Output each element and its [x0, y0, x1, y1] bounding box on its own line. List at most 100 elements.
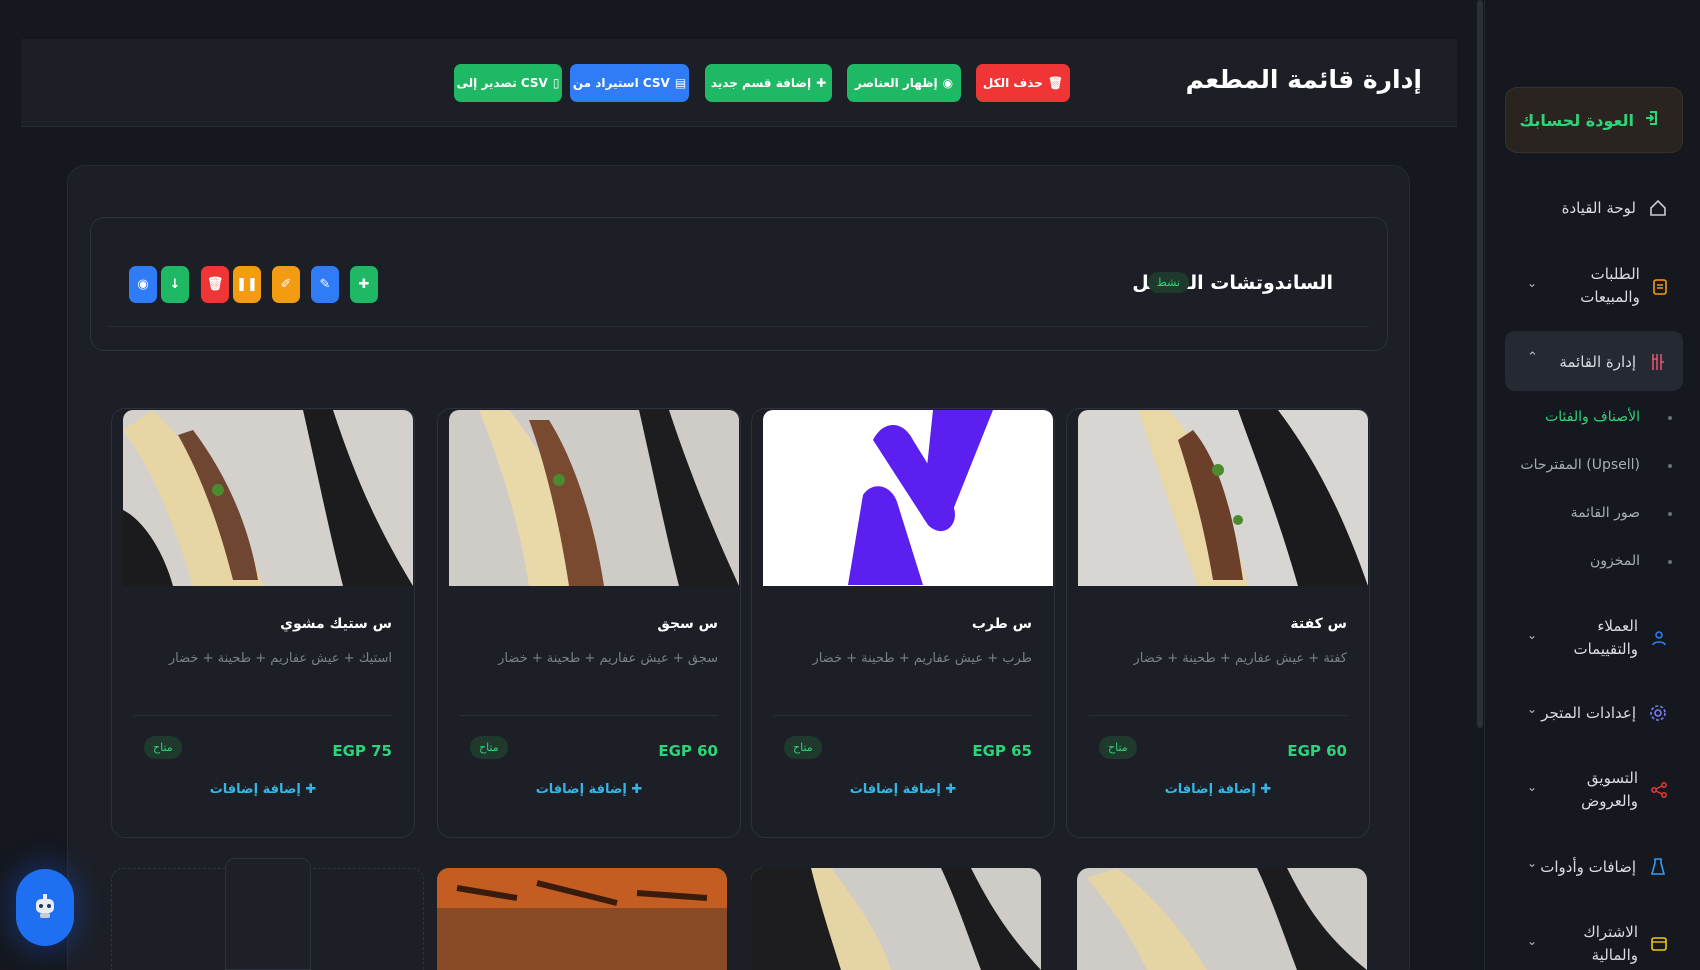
trash-icon: 🗑 — [206, 277, 224, 292]
item-name: س كفتة — [1290, 616, 1347, 632]
addon-label: إضافة إضافات — [535, 782, 627, 797]
eye-icon: ◉ — [942, 76, 954, 90]
move-down-button[interactable]: ↓ — [161, 266, 189, 303]
item-description: سجق + عيش عفاريم + طحينة + خضار — [498, 651, 718, 666]
chevron-down-icon[interactable]: ⌄ — [1527, 934, 1537, 948]
sidebar-item-label: الطلبات والمبيعات — [1580, 265, 1640, 306]
arrow-down-icon: ↓ — [169, 277, 181, 292]
item-image — [449, 410, 739, 586]
plus-icon: ✚ — [1260, 782, 1272, 797]
menu-item-card[interactable]: س طرب طرب + عيش عفاريم + طحينة + خضار EG… — [751, 408, 1055, 838]
addon-label: إضافة إضافات — [209, 782, 301, 797]
menu-item-image-partial — [751, 868, 1041, 970]
sidebar-item-dashboard[interactable]: لوحة القيادة — [1562, 198, 1668, 218]
chevron-down-icon[interactable]: ⌄ — [1527, 702, 1537, 716]
pause-icon: ❚❚ — [236, 277, 258, 292]
availability-badge[interactable]: متاح — [470, 736, 508, 759]
sidebar-item-customers[interactable]: العملاء والتقييمات — [1548, 615, 1668, 661]
sidebar-item-marketing[interactable]: التسويق والعروض — [1548, 767, 1668, 813]
sidebar-item-label: التسويق والعروض — [1581, 769, 1638, 810]
sidebar-item-orders[interactable]: الطلبات والمبيعات — [1548, 263, 1668, 309]
button-label: تصدير إلى CSV — [456, 76, 548, 90]
chevron-up-icon[interactable]: ⌃ — [1527, 350, 1538, 365]
add-addons-link[interactable]: إضافة إضافات ✚ — [752, 782, 1054, 797]
utensils-icon — [1648, 352, 1668, 372]
plus-icon: ✚ — [945, 782, 957, 797]
button-label: إظهار العناصر — [854, 76, 938, 90]
sidebar-subitem-inventory[interactable]: المخزون — [1589, 553, 1672, 569]
sidebar-item-label: لوحة القيادة — [1561, 199, 1636, 217]
visibility-button[interactable]: ◉ — [129, 266, 157, 303]
bullet-icon — [1668, 560, 1672, 564]
item-name: س سجق — [657, 616, 718, 632]
sidebar-subitem-categories[interactable]: الأصناف والفئات — [1545, 409, 1672, 425]
chevron-down-icon[interactable]: ⌄ — [1527, 780, 1537, 794]
plus-icon: ✚ — [816, 76, 827, 90]
sidebar-item-addons[interactable]: إضافات وأدوات — [1540, 857, 1668, 877]
add-addons-link[interactable]: إضافة إضافات ✚ — [1067, 782, 1369, 797]
sidebar-item-store[interactable]: إعدادات المتجر — [1541, 703, 1668, 723]
delete-all-button[interactable]: حذف الكل 🗑 — [976, 64, 1070, 102]
trash-icon: 🗑 — [1047, 76, 1064, 90]
menu-item-card[interactable]: س سجق سجق + عيش عفاريم + طحينة + خضار EG… — [437, 408, 741, 838]
addon-label: إضافة إضافات — [849, 782, 941, 797]
sidebar-subitem-menu-images[interactable]: صور القائمة — [1571, 505, 1672, 521]
divider — [134, 715, 392, 716]
page-title: إدارة قائمة المطعم — [1185, 65, 1422, 94]
sidebar-item-menu[interactable]: إدارة القائمة — [1559, 352, 1668, 372]
add-addons-link[interactable]: إضافة إضافات ✚ — [112, 782, 414, 797]
file-import-icon: ▤ — [674, 76, 687, 90]
chatbot-button[interactable] — [16, 869, 74, 946]
item-description: استيك + عيش عفاريم + طحينة + خضار — [168, 651, 392, 666]
item-image — [763, 410, 1053, 586]
back-to-account-button[interactable]: العودة لحسابك — [1505, 87, 1683, 153]
item-name: س ستيك مشوي — [280, 616, 392, 632]
flask-icon — [1648, 857, 1668, 877]
availability-badge[interactable]: متاح — [144, 736, 182, 759]
menu-item-card[interactable]: س كفتة كفتة + عيش عفاريم + طحينة + خضار … — [1066, 408, 1370, 838]
chevron-down-icon[interactable]: ⌄ — [1527, 856, 1537, 870]
edit-category-button[interactable]: ✐ — [272, 266, 300, 303]
menu-item-image-partial — [437, 868, 727, 970]
show-items-button[interactable]: إظهار العناصر ◉ — [847, 64, 961, 102]
item-price: EGP 60 — [1287, 742, 1347, 760]
subitem-label: الأصناف والفئات — [1545, 409, 1640, 425]
add-item-button[interactable]: ✚ — [350, 266, 378, 303]
item-image — [123, 410, 413, 586]
wallet-icon — [1650, 934, 1668, 954]
file-export-icon: ▯ — [552, 76, 560, 90]
divider — [460, 715, 718, 716]
sidebar-subitem-upsell[interactable]: المقترحات (Upsell) — [1520, 457, 1672, 473]
plus-icon: ✚ — [305, 782, 317, 797]
delete-category-button[interactable]: 🗑 — [201, 266, 229, 303]
share-icon — [1650, 780, 1668, 800]
chevron-down-icon[interactable]: ⌄ — [1527, 628, 1537, 642]
sidebar-item-label: إدارة القائمة — [1559, 353, 1636, 371]
sidebar-item-subscription[interactable]: الاشتراك والمالية — [1548, 921, 1668, 967]
magic-wand-button[interactable]: ✎ — [311, 266, 339, 303]
subitem-label: المخزون — [1589, 553, 1640, 569]
chevron-down-icon[interactable]: ⌄ — [1527, 276, 1537, 290]
import-csv-button[interactable]: استيراد من CSV ▤ — [570, 64, 689, 102]
availability-badge[interactable]: متاح — [784, 736, 822, 759]
users-icon — [1650, 628, 1668, 648]
sidebar-item-label: إضافات وأدوات — [1540, 858, 1636, 876]
magic-wand-icon: ✎ — [319, 277, 331, 292]
page-header: إدارة قائمة المطعم حذف الكل 🗑 إظهار العن… — [21, 39, 1457, 127]
main-scrollbar[interactable] — [1477, 0, 1483, 728]
item-name: س طرب — [971, 616, 1032, 632]
eye-icon: ◉ — [137, 277, 149, 292]
add-addons-link[interactable]: إضافة إضافات ✚ — [438, 782, 740, 797]
logout-icon — [1644, 110, 1660, 130]
availability-badge[interactable]: متاح — [1099, 736, 1137, 759]
clipboard-icon — [1652, 276, 1668, 296]
add-category-button[interactable]: إضافة قسم جديد ✚ — [705, 64, 832, 102]
item-description: كفتة + عيش عفاريم + طحينة + خضار — [1133, 651, 1347, 666]
menu-item-image-partial — [1077, 868, 1367, 970]
bullet-icon — [1668, 416, 1672, 420]
export-csv-button[interactable]: تصدير إلى CSV ▯ — [454, 64, 562, 102]
divider — [1089, 715, 1347, 716]
placeholder-tab — [225, 858, 311, 970]
pause-category-button[interactable]: ❚❚ — [233, 266, 261, 303]
menu-item-card[interactable]: س ستيك مشوي استيك + عيش عفاريم + طحينة +… — [111, 408, 415, 838]
